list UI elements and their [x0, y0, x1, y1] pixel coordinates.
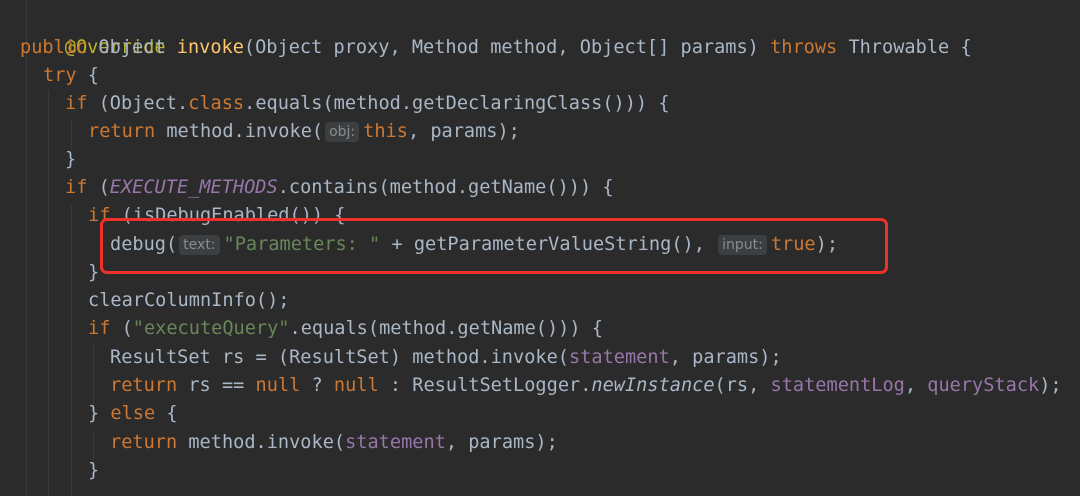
keyword-token: return: [88, 121, 156, 142]
string-token: "executeQuery": [132, 318, 290, 339]
code-token: method.invoke(: [155, 121, 324, 142]
code-line-if: if (EXECUTE_METHODS.contains(method.getN…: [65, 174, 614, 202]
keyword-token: else: [110, 403, 156, 424]
code-token: method.invoke(: [177, 432, 346, 453]
keyword-token: throws: [770, 37, 838, 58]
method-name-token: invoke: [176, 37, 244, 58]
keyword-token: if: [65, 177, 88, 198]
indent-guide: [48, 90, 49, 496]
code-line-return: return method.invoke(obj: this, params);: [88, 118, 520, 146]
code-token: }: [88, 460, 100, 481]
code-line-brace: }: [88, 259, 99, 287]
code-token: (rs,: [714, 375, 771, 396]
field-token: statement: [568, 347, 670, 368]
code-token: );: [1039, 375, 1062, 396]
code-token: ?: [300, 375, 334, 396]
code-editor[interactable]: @Override public Object invoke(Object pr…: [0, 0, 1080, 496]
code-token: }: [88, 262, 100, 283]
code-line-assign: ResultSet rs = (ResultSet) method.invoke…: [110, 344, 782, 372]
code-line-brace: }: [88, 457, 99, 485]
code-line-signature: public Object invoke(Object proxy, Metho…: [20, 34, 972, 62]
static-method-token: newInstance: [591, 375, 715, 396]
code-token: (: [110, 318, 133, 339]
keyword-token: this: [363, 121, 408, 142]
keyword-token: try: [43, 65, 77, 86]
keyword-token: return: [110, 375, 178, 396]
code-token: , params);: [669, 347, 782, 368]
exception-token: Throwable {: [848, 37, 972, 58]
code-line-return: return method.invoke(statement, params);: [110, 429, 558, 457]
code-token: rs ==: [177, 375, 256, 396]
code-token: {: [76, 65, 99, 86]
code-line-if: if ("executeQuery".equals(method.getName…: [88, 315, 603, 343]
code-token: clearColumnInfo();: [88, 290, 290, 311]
code-line-brace: }: [65, 146, 76, 174]
keyword-token: null: [255, 375, 301, 396]
field-token: statementLog: [770, 375, 905, 396]
code-token: {: [155, 403, 178, 424]
field-token: statement: [345, 432, 446, 453]
keyword-token: null: [333, 375, 379, 396]
code-line-try: try {: [43, 62, 99, 90]
code-token: (Object.: [87, 93, 189, 114]
keyword-token: if: [65, 93, 88, 114]
highlight-box: [100, 218, 888, 274]
keyword-token: class: [188, 93, 245, 114]
code-line-if: if (Object.class.equals(method.getDeclar…: [65, 90, 670, 118]
code-line-call: clearColumnInfo();: [88, 287, 290, 315]
code-token: .equals(method.getDeclaringClass())) {: [244, 93, 670, 114]
indent-guide: [71, 205, 72, 496]
code-token: .equals(method.getName())) {: [289, 318, 603, 339]
code-token: .contains(method.getName())) {: [277, 177, 614, 198]
code-line-return: return rs == null ? null : ResultSetLogg…: [110, 372, 1062, 400]
params-token: (Object proxy, Method method, Object[] p…: [243, 37, 759, 58]
code-token: (: [87, 177, 110, 198]
code-token: , params);: [445, 432, 558, 453]
code-line-annotation: @Override: [20, 6, 166, 58]
type-token: Object: [98, 37, 166, 58]
code-token: : ResultSetLogger.: [378, 375, 592, 396]
keyword-token: public: [20, 37, 88, 58]
parameter-hint: obj:: [325, 122, 360, 142]
field-token: queryStack: [927, 375, 1040, 396]
indent-guide: [93, 430, 94, 460]
code-line-else: } else {: [88, 400, 178, 428]
code-token: ,: [904, 375, 928, 396]
keyword-token: return: [110, 432, 178, 453]
code-token: }: [88, 403, 111, 424]
code-token: , params);: [407, 121, 520, 142]
code-token: }: [65, 149, 77, 170]
keyword-token: if: [88, 318, 111, 339]
constant-token: EXECUTE_METHODS: [109, 177, 278, 198]
code-token: ResultSet rs = (ResultSet) method.invoke…: [110, 347, 569, 368]
